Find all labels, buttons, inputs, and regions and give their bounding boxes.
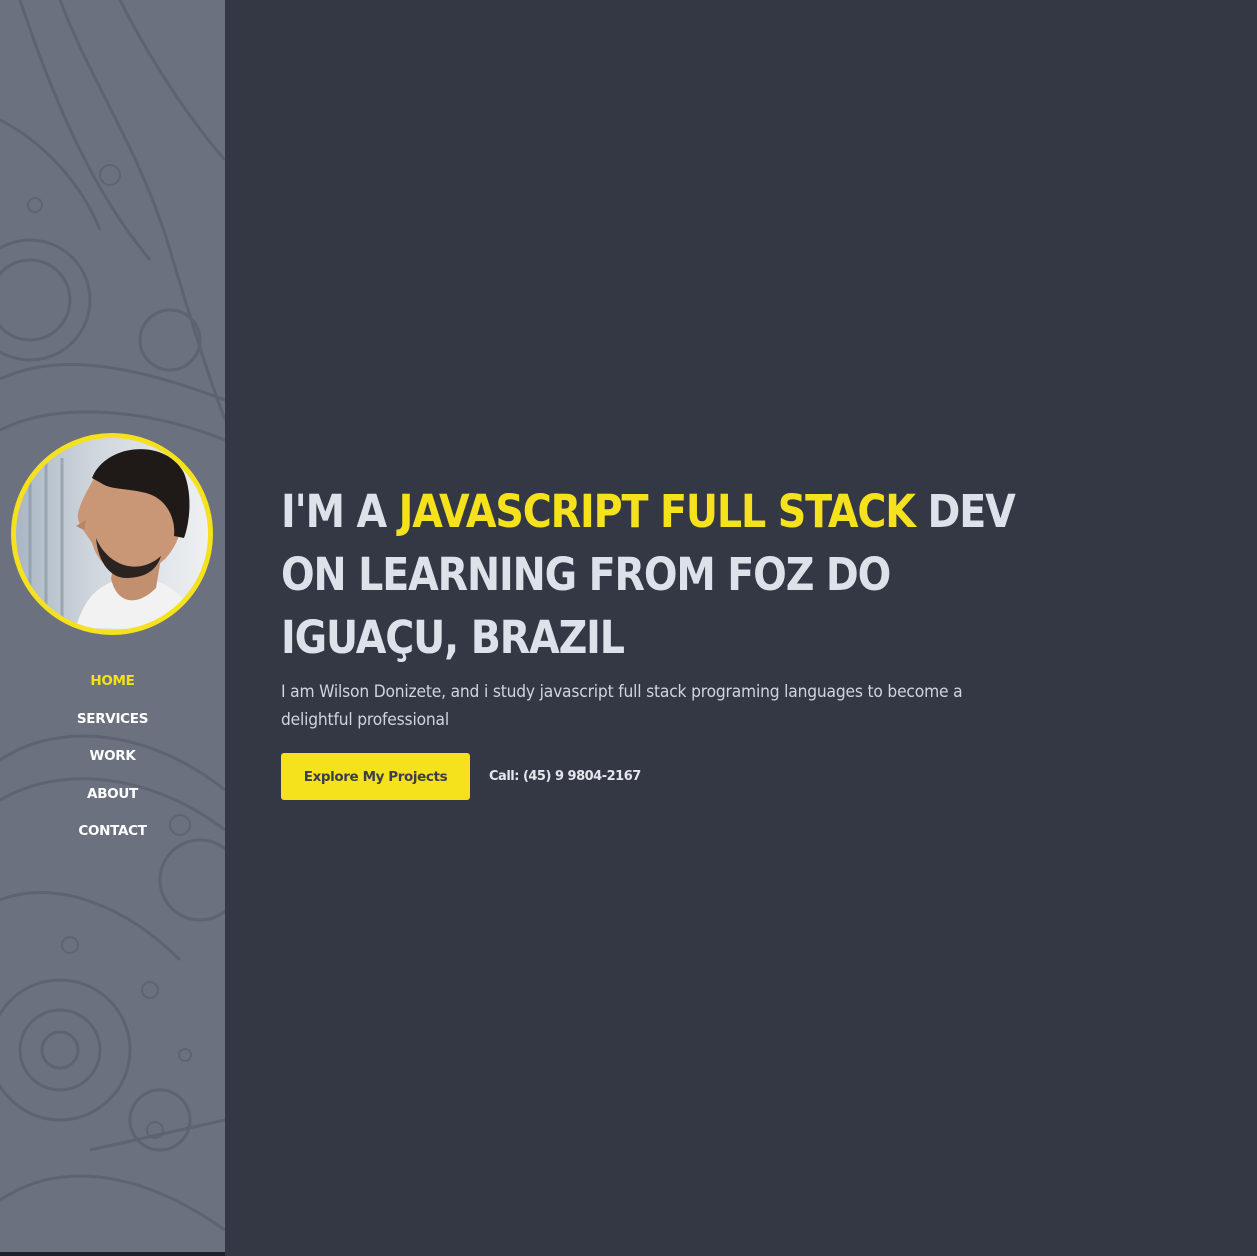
- headline-highlight: JAVASCRIPT FULL STACK: [398, 485, 916, 538]
- hero-section: I'M A JAVASCRIPT FULL STACK DEV ON LEARN…: [281, 480, 1081, 734]
- sidebar: HOME SERVICES WORK ABOUT CONTACT: [0, 0, 225, 1256]
- call-phone-text: Call: (45) 9 9804-2167: [489, 769, 641, 784]
- page: HOME SERVICES WORK ABOUT CONTACT I'M A J…: [0, 0, 1257, 1256]
- nav-item-contact[interactable]: CONTACT: [0, 822, 225, 860]
- hero-intro: I am Wilson Donizete, and i study javasc…: [281, 682, 963, 729]
- nav-item-services[interactable]: SERVICES: [0, 710, 225, 748]
- nav-item-home[interactable]: HOME: [0, 672, 225, 710]
- avatar: [11, 433, 213, 635]
- headline-prefix: I'M A: [281, 485, 399, 538]
- nav-item-work[interactable]: WORK: [0, 747, 225, 785]
- cta-row: Explore My Projects Call: (45) 9 9804-21…: [281, 753, 641, 800]
- sidebar-bottom-divider: [0, 1252, 225, 1256]
- explore-projects-button[interactable]: Explore My Projects: [281, 753, 470, 800]
- main-nav: HOME SERVICES WORK ABOUT CONTACT: [0, 672, 225, 860]
- hero-headline: I'M A JAVASCRIPT FULL STACK DEV ON LEARN…: [281, 480, 1047, 669]
- nav-item-about[interactable]: ABOUT: [0, 785, 225, 823]
- profile-photo-icon: [16, 438, 208, 630]
